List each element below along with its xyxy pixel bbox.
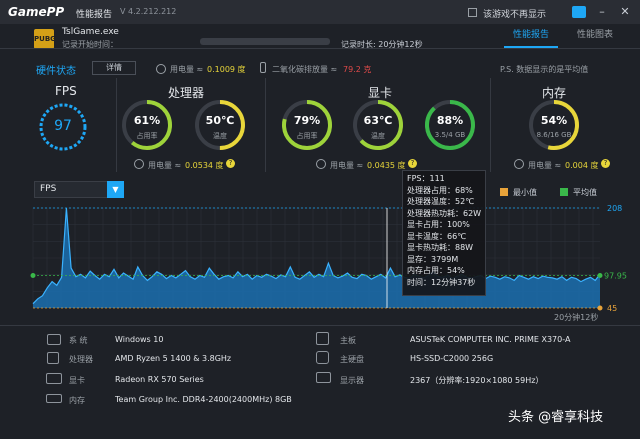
- spec-divider: [0, 325, 640, 326]
- power-total-value: 0.1009 度: [207, 65, 246, 74]
- help-icon[interactable]: ?: [226, 159, 235, 168]
- legend-min-label: 最小值: [513, 188, 537, 197]
- gpu-usage-value: 79%: [293, 114, 321, 127]
- avg-value-label: 97.95: [604, 272, 627, 281]
- gpu-icon: [46, 373, 62, 384]
- spec-label-gpu: 显卡: [69, 376, 85, 385]
- min-value-label: 45: [607, 304, 617, 313]
- gpu-power-value: 0.0435 度: [367, 161, 406, 170]
- plug-icon: [134, 159, 144, 169]
- cpu-temp-label: 温度: [213, 132, 227, 140]
- chevron-down-icon[interactable]: ▼: [107, 181, 124, 198]
- tab-divider: [0, 48, 640, 49]
- cpu-icon: [47, 352, 59, 364]
- legend-avg-swatch: [560, 188, 568, 196]
- spec-value-mb: ASUSTeK COMPUTER INC. PRIME X370-A: [410, 335, 571, 344]
- spec-label-disk: 主硬盘: [340, 355, 364, 364]
- tooltip-line: 显卡占用：100%: [407, 220, 470, 229]
- window-title: 性能报告: [76, 10, 113, 20]
- cpu-power-label: 用电量 ≈: [148, 161, 182, 170]
- plug-icon: [156, 64, 166, 74]
- blurred-timestamp: [200, 38, 330, 45]
- fps-chart[interactable]: 208 97.95 45 20分钟12秒: [0, 200, 640, 322]
- spec-value-ram: Team Group Inc. DDR4-2400(2400MHz) 8GB: [115, 395, 292, 404]
- tooltip-line: 内存占用：54%: [407, 266, 465, 275]
- fps-title: FPS: [55, 84, 77, 98]
- spec-value-disk: HS-SSD-C2000 256G: [410, 354, 494, 363]
- cpu-power-value: 0.0534 度: [185, 161, 224, 170]
- motherboard-icon: [316, 332, 329, 345]
- metric-select-value: FPS: [40, 184, 57, 194]
- cpu-temp-value: 50℃: [205, 114, 235, 127]
- gpu-temp-value: 63℃: [363, 114, 393, 127]
- help-icon[interactable]: ?: [408, 159, 417, 168]
- mem-power-value: 0.004 度: [565, 161, 599, 170]
- minimize-icon[interactable]: –: [594, 4, 610, 20]
- mem-usage-value: 54%: [540, 114, 568, 127]
- ram-icon: [46, 394, 62, 403]
- close-icon[interactable]: ✕: [617, 4, 633, 20]
- co2-value: 79.2 克: [343, 65, 372, 74]
- camera-icon[interactable]: [572, 6, 586, 18]
- spec-value-cpu: AMD Ryzen 5 1400 & 3.8GHz: [115, 354, 232, 363]
- bulb-icon: [260, 62, 266, 73]
- tooltip-line: 处理器占用：68%: [407, 185, 473, 195]
- dont-show-checkbox[interactable]: [468, 8, 477, 17]
- spec-value-os: Windows 10: [115, 335, 164, 344]
- spec-value-display: 2367（分辨率:1920×1080 59Hz）: [410, 376, 544, 385]
- disk-icon: [316, 351, 329, 364]
- gpu-vram-value: 88%: [436, 114, 464, 127]
- tooltip-line: FPS：111: [407, 174, 445, 183]
- co2-label: 二氧化碳排放量 ≈: [272, 65, 338, 74]
- spec-value-gpu: Radeon RX 570 Series: [115, 375, 204, 384]
- cpu-usage-label: 占用率: [136, 132, 158, 140]
- game-icon: PUBG: [34, 29, 56, 49]
- version-text: V 4.2.212.212: [120, 7, 177, 16]
- spec-label-mb: 主板: [340, 336, 356, 345]
- tooltip-line: 显卡温度：66℃: [407, 231, 467, 241]
- game-name: TslGame.exe: [62, 27, 119, 37]
- chart-tooltip: FPS：111 处理器占用：68% 处理器温度：52℃ 处理器热功耗：62W 显…: [402, 170, 486, 296]
- max-value-label: 208: [607, 204, 622, 213]
- mem-usage-label: 8.6/16 GB: [536, 131, 572, 139]
- watermark: 头条 @睿享科技: [508, 410, 604, 425]
- x-end-label: 20分钟12秒: [554, 312, 598, 322]
- legend-avg-label: 平均值: [573, 188, 597, 197]
- tooltip-line: 处理器热功耗：62W: [407, 208, 482, 218]
- tooltip-line: 处理器温度：52℃: [407, 197, 475, 206]
- tab-performance-report[interactable]: 性能报告: [504, 24, 558, 48]
- gpu-temp-label: 温度: [371, 132, 385, 140]
- gpu-usage-label: 占用率: [296, 132, 318, 140]
- display-icon: [316, 372, 331, 383]
- avg-marker: [597, 273, 603, 279]
- hardware-status-title: 硬件状态: [36, 66, 76, 77]
- gpu-power-label: 用电量 ≈: [330, 161, 364, 170]
- avg-marker: [30, 273, 36, 279]
- plug-icon: [316, 159, 326, 169]
- spec-label-ram: 内存: [69, 396, 85, 405]
- help-icon[interactable]: ?: [601, 159, 610, 168]
- app-logo: GamePP: [8, 5, 65, 19]
- tooltip-line: 显卡热功耗：88W: [407, 243, 474, 252]
- gpu-vram-label: 3.5/4 GB: [434, 131, 466, 139]
- tab-performance-chart[interactable]: 性能图表: [568, 24, 622, 48]
- spec-label-display: 显示器: [340, 376, 364, 385]
- power-total-label: 用电量 ≈: [170, 65, 204, 74]
- dont-show-label[interactable]: 该游戏不再显示: [483, 7, 546, 20]
- monitor-icon: [47, 334, 61, 345]
- spec-label-os: 系 统: [69, 336, 88, 345]
- legend-min-swatch: [500, 188, 508, 196]
- plug-icon: [514, 159, 524, 169]
- tooltip-line: 时间：12分钟37秒: [407, 277, 476, 287]
- min-marker: [597, 305, 603, 311]
- spec-label-cpu: 处理器: [69, 355, 93, 364]
- details-button[interactable]: 详情: [92, 61, 136, 75]
- tooltip-line: 显存：3799M: [407, 254, 459, 264]
- mem-power-label: 用电量 ≈: [528, 161, 562, 170]
- cpu-usage-value: 61%: [133, 114, 161, 127]
- average-note: P.S. 数据显示的是平均值: [500, 65, 589, 74]
